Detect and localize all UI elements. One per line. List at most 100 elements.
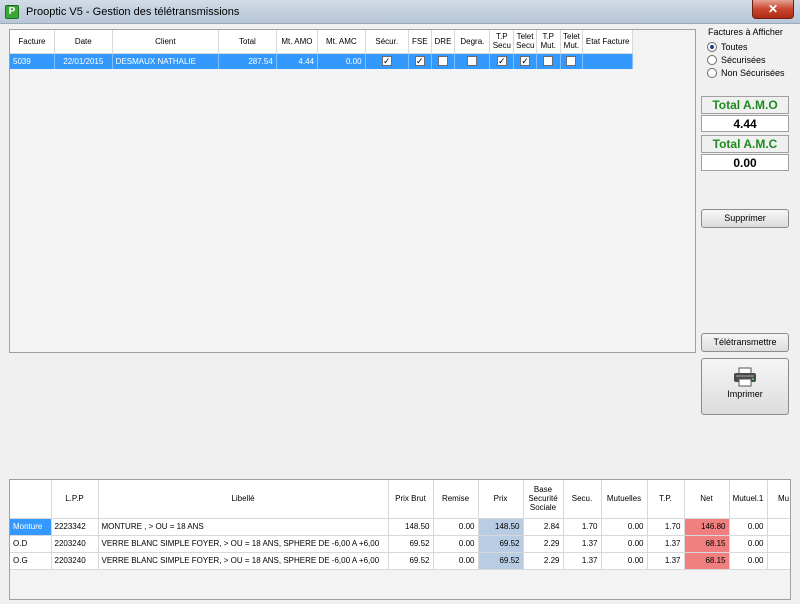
col-fse[interactable]: FSE	[408, 30, 432, 54]
col-dre[interactable]: DRE	[431, 30, 456, 54]
cell-mutuel1: 0.00	[729, 552, 768, 570]
cell-facture: 5039	[10, 53, 55, 69]
cell-remise: 0.00	[433, 552, 479, 570]
cell-libelle: MONTURE , > OU = 18 ANS	[98, 518, 389, 536]
invoice-grid[interactable]: Facture Date Client Total Mt. AMO Mt. AM…	[9, 29, 696, 353]
col-date[interactable]: Date	[54, 30, 113, 54]
total-amc-value: 0.00	[701, 154, 789, 171]
radio-button[interactable]	[707, 68, 717, 78]
radio-label: Non Sécurisées	[721, 68, 785, 78]
degra-checkbox[interactable]	[467, 56, 478, 67]
col-etat-facture[interactable]: Etat Facture	[582, 30, 633, 54]
title-bar[interactable]: P Prooptic V5 - Gestion des télétransmis…	[0, 0, 800, 24]
cell-remise: 0.00	[433, 535, 479, 553]
dre-checkbox[interactable]	[437, 56, 448, 67]
cell-fse	[408, 53, 432, 69]
cell-degra	[454, 53, 491, 69]
cell-mu	[767, 535, 790, 553]
cell-type[interactable]: O.D	[10, 535, 52, 553]
cell-prix-brut: 69.52	[388, 535, 434, 553]
cell-mutuelles: 0.00	[601, 552, 648, 570]
fse-checkbox[interactable]	[414, 56, 425, 67]
col-facture[interactable]: Facture	[10, 30, 55, 54]
cell-net: 68.15	[684, 535, 730, 553]
cell-secu: 1.37	[563, 552, 602, 570]
cell-tp: 1.37	[647, 535, 685, 553]
col-telet-mut[interactable]: Telet Mut.	[560, 30, 584, 54]
telet-secu-checkbox[interactable]	[520, 56, 531, 67]
col-mt-amo[interactable]: Mt. AMO	[276, 30, 319, 54]
supprimer-button[interactable]: Supprimer	[701, 209, 789, 228]
col-mt-amc[interactable]: Mt. AMC	[317, 30, 366, 54]
cell-mt-amc: 0.00	[317, 53, 366, 69]
invoice-table: Facture Date Client Total Mt. AMO Mt. AM…	[10, 30, 633, 69]
detail-row[interactable]: Monture 2223342 MONTURE , > OU = 18 ANS …	[10, 518, 790, 536]
radio-label: Toutes	[721, 42, 748, 52]
filter-title: Factures à Afficher	[708, 27, 783, 37]
col-prix-brut[interactable]: Prix Brut	[388, 480, 434, 519]
col-mutuel1[interactable]: Mutuel.1	[729, 480, 768, 519]
radio-button[interactable]	[707, 42, 717, 52]
imprimer-label: Imprimer	[727, 389, 763, 399]
col-tp[interactable]: T.P.	[647, 480, 685, 519]
secur-checkbox[interactable]	[381, 56, 392, 67]
col-base-ss[interactable]: Base Securité Sociale	[523, 480, 564, 519]
col-degra[interactable]: Degra.	[454, 30, 491, 54]
cell-date: 22/01/2015	[54, 53, 113, 69]
invoice-row[interactable]: 5039 22/01/2015 DESMAUX NATHALIE 287.54 …	[10, 53, 633, 69]
cell-type[interactable]: O.G	[10, 552, 52, 570]
total-amo-value: 4.44	[701, 115, 789, 132]
detail-row[interactable]: O.D 2203240 VERRE BLANC SIMPLE FOYER, > …	[10, 535, 790, 553]
radio-non-securisees[interactable]: Non Sécurisées	[707, 67, 785, 79]
cell-mutuel1: 0.00	[729, 518, 768, 536]
cell-prix-brut: 148.50	[388, 518, 434, 536]
cell-mutuelles: 0.00	[601, 518, 648, 536]
teletransmettre-button[interactable]: Télétransmettre	[701, 333, 789, 352]
col-lpp[interactable]: L.P.P	[51, 480, 99, 519]
cell-net: 146.80	[684, 518, 730, 536]
col-client[interactable]: Client	[112, 30, 220, 54]
col-total[interactable]: Total	[218, 30, 277, 54]
col-tp-mut[interactable]: T.P Mut.	[536, 30, 561, 54]
col-secur[interactable]: Sécur.	[365, 30, 409, 54]
cell-secu: 1.70	[563, 518, 602, 536]
cell-telet-secu	[513, 53, 537, 69]
tp-mut-checkbox[interactable]	[543, 56, 554, 67]
cell-dre	[431, 53, 456, 69]
cell-tp-mut	[536, 53, 561, 69]
cell-prix: 69.52	[478, 535, 524, 553]
cell-prix: 148.50	[478, 518, 524, 536]
detail-grid[interactable]: L.P.P Libellé Prix Brut Remise Prix Base…	[9, 479, 791, 600]
cell-mutuelles: 0.00	[601, 535, 648, 553]
cell-base-ss: 2.84	[523, 518, 564, 536]
col-prix[interactable]: Prix	[478, 480, 524, 519]
radio-securisees[interactable]: Sécurisées	[707, 54, 766, 66]
col-mu[interactable]: Mu	[767, 480, 790, 519]
col-secu[interactable]: Secu.	[563, 480, 602, 519]
cell-lpp: 2203240	[51, 552, 99, 570]
invoice-header-row: Facture Date Client Total Mt. AMO Mt. AM…	[10, 30, 633, 54]
col-libelle[interactable]: Libellé	[98, 480, 389, 519]
col-tp-secu[interactable]: T.P Secu	[489, 30, 515, 54]
imprimer-button[interactable]: Imprimer	[701, 358, 789, 415]
close-button[interactable]: ✕	[752, 0, 794, 19]
cell-type[interactable]: Monture	[10, 518, 52, 536]
telet-mut-checkbox[interactable]	[566, 56, 577, 67]
col-mutuelles[interactable]: Mutuelles	[601, 480, 648, 519]
cell-remise: 0.00	[433, 518, 479, 536]
col-remise[interactable]: Remise	[433, 480, 479, 519]
radio-toutes[interactable]: Toutes	[707, 41, 748, 53]
cell-lpp: 2203240	[51, 535, 99, 553]
window-title: Prooptic V5 - Gestion des télétransmissi…	[26, 6, 240, 18]
radio-button[interactable]	[707, 55, 717, 65]
col-type[interactable]	[10, 480, 52, 519]
col-net[interactable]: Net	[684, 480, 730, 519]
detail-row[interactable]: O.G 2203240 VERRE BLANC SIMPLE FOYER, > …	[10, 552, 790, 570]
total-amo-label: Total A.M.O	[701, 96, 789, 114]
total-amc-label: Total A.M.C	[701, 135, 789, 153]
cell-libelle: VERRE BLANC SIMPLE FOYER, > OU = 18 ANS,…	[98, 535, 389, 553]
col-telet-secu[interactable]: Telet Secu	[513, 30, 537, 54]
cell-client: DESMAUX NATHALIE	[112, 53, 220, 69]
cell-libelle: VERRE BLANC SIMPLE FOYER, > OU = 18 ANS,…	[98, 552, 389, 570]
tp-secu-checkbox[interactable]	[496, 56, 507, 67]
